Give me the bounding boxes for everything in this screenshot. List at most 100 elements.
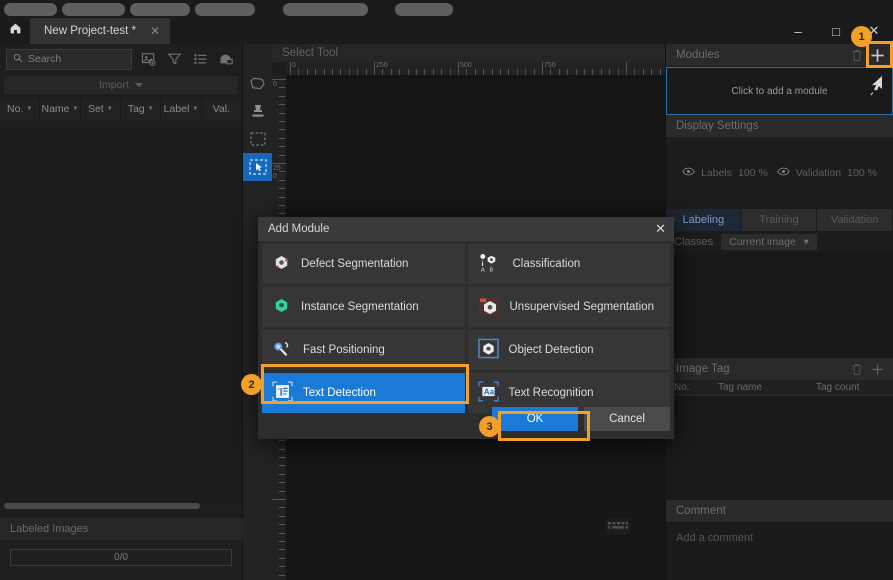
- module-label: Unsupervised Segmentation: [509, 301, 654, 313]
- menu-pill[interactable]: [4, 3, 57, 16]
- select-tool[interactable]: [243, 153, 272, 181]
- svg-text:A: A: [480, 267, 484, 273]
- modal-ok-button[interactable]: OK: [492, 407, 578, 431]
- tab-training[interactable]: Training: [741, 209, 818, 231]
- column-header-val[interactable]: Val.: [202, 98, 242, 120]
- classes-list[interactable]: [666, 253, 893, 358]
- menu-pill[interactable]: [62, 3, 125, 16]
- image-list-panel: Search Import No. ▼ Name ▼ Set ▼ Tag ▼ L…: [0, 44, 243, 580]
- eye-icon[interactable]: [777, 167, 790, 179]
- fast-positioning-icon: [272, 339, 293, 361]
- rect-select-tool[interactable]: [243, 125, 272, 153]
- menu-strip: [0, 0, 893, 18]
- column-header-name[interactable]: Name ▼: [40, 98, 81, 120]
- module-grid: Defect Segmentation AB Classification In…: [258, 241, 674, 413]
- polygon-tool[interactable]: [243, 69, 272, 97]
- search-row: Search: [0, 44, 242, 74]
- search-placeholder: Search: [28, 53, 62, 65]
- search-icon: [13, 53, 23, 66]
- tab-label: New Project-test *: [44, 25, 137, 37]
- dialog-close-icon[interactable]: ✕: [655, 221, 666, 237]
- instance-segmentation-icon: [272, 296, 291, 318]
- column-header-set[interactable]: Set ▼: [81, 98, 121, 120]
- ruler-tick: [279, 515, 285, 517]
- tab-validation[interactable]: Validation: [817, 209, 893, 231]
- validation-value[interactable]: 100 %: [847, 167, 877, 179]
- eye-icon[interactable]: [682, 167, 695, 179]
- column-label: Name: [41, 103, 70, 115]
- stamp-tool[interactable]: [243, 97, 272, 125]
- column-header-tag[interactable]: Tag ▼: [121, 98, 162, 120]
- minimize-button[interactable]: –: [779, 18, 817, 44]
- search-input[interactable]: Search: [6, 48, 132, 70]
- classes-scope-dropdown[interactable]: Current image ▾: [721, 234, 817, 250]
- ruler-label: 250: [376, 62, 388, 69]
- modal-cancel-button[interactable]: Cancel: [584, 407, 670, 431]
- filter-icon[interactable]: [164, 49, 184, 69]
- module-unsupervised-segmentation[interactable]: Unsupervised Segmentation: [467, 287, 670, 327]
- module-defect-segmentation[interactable]: Defect Segmentation: [262, 244, 465, 284]
- comment-input[interactable]: Add a comment: [666, 522, 893, 580]
- image-list-body[interactable]: [0, 126, 242, 505]
- module-instance-segmentation[interactable]: Instance Segmentation: [262, 287, 465, 327]
- classes-title: Classes: [674, 236, 714, 248]
- module-label: Text Detection: [303, 387, 376, 399]
- ruler-tick: [279, 524, 285, 526]
- labels-value[interactable]: 100 %: [738, 167, 768, 179]
- ruler-tick: [279, 95, 285, 97]
- module-empty-hint: Click to add a module: [731, 85, 828, 97]
- list-view-icon[interactable]: [190, 49, 210, 69]
- unsupervised-segmentation-icon: [478, 296, 500, 319]
- panel-tabs: Labeling Training Validation: [666, 209, 893, 231]
- caret-down-icon: ▼: [147, 106, 154, 112]
- home-button[interactable]: [0, 18, 30, 44]
- tab-labeling[interactable]: Labeling: [666, 209, 742, 231]
- image-add-icon[interactable]: [138, 49, 158, 69]
- modules-delete-button[interactable]: [847, 45, 867, 65]
- comment-header: Comment: [666, 500, 893, 522]
- menu-pill[interactable]: [283, 3, 368, 16]
- labeled-images-progress: 0/0: [10, 549, 232, 566]
- home-icon: [9, 22, 22, 40]
- ruler-tick: [374, 62, 375, 75]
- grid-view-icon[interactable]: [216, 49, 236, 69]
- modules-add-button[interactable]: [867, 45, 887, 65]
- ruler-label: 250: [273, 165, 281, 180]
- module-classification[interactable]: AB Classification: [467, 244, 670, 284]
- defect-segmentation-icon: [272, 253, 291, 275]
- image-tag-add-button[interactable]: [867, 359, 887, 379]
- ruler-tick: [279, 154, 285, 156]
- module-text-detection[interactable]: T Text Detection: [262, 373, 465, 413]
- ruler-tick: [279, 490, 285, 492]
- app-window: New Project-test * ✕ – □ ✕ Search Import…: [0, 0, 893, 580]
- import-button[interactable]: Import: [4, 76, 238, 94]
- display-settings-title: Display Settings: [676, 120, 759, 132]
- caret-down-icon: ▼: [192, 106, 199, 112]
- ruler-tick: [279, 473, 285, 475]
- image-tag-delete-button[interactable]: [847, 359, 867, 379]
- menu-pill[interactable]: [395, 3, 453, 16]
- project-tab[interactable]: New Project-test * ✕: [30, 18, 170, 44]
- menu-pill[interactable]: [130, 3, 190, 16]
- menu-pill[interactable]: [195, 3, 255, 16]
- module-empty-dropzone[interactable]: Click to add a module: [666, 67, 893, 115]
- ruler-tick: [279, 457, 285, 458]
- column-header-label[interactable]: Label ▼: [161, 98, 202, 120]
- image-tag-body[interactable]: [666, 396, 893, 500]
- column-header-no[interactable]: No. ▼: [0, 98, 41, 120]
- caret-down-icon: ▼: [26, 106, 33, 112]
- svg-text:B: B: [489, 267, 493, 273]
- canvas-title-label: Select Tool: [282, 47, 339, 59]
- maximize-button[interactable]: □: [817, 18, 855, 44]
- horizontal-scrollbar[interactable]: [4, 503, 200, 509]
- import-label: Import: [99, 79, 129, 91]
- callout-badge-2: 2: [241, 374, 262, 395]
- keyboard-icon[interactable]: [604, 516, 632, 536]
- module-object-detection[interactable]: Object Detection: [467, 330, 670, 370]
- tab-close-icon[interactable]: ✕: [150, 24, 160, 38]
- module-fast-positioning[interactable]: Fast Positioning: [262, 330, 465, 370]
- comment-placeholder: Add a comment: [676, 532, 754, 544]
- ruler-tick: [279, 112, 285, 114]
- column-label: No.: [7, 103, 24, 115]
- comment-title: Comment: [676, 505, 726, 517]
